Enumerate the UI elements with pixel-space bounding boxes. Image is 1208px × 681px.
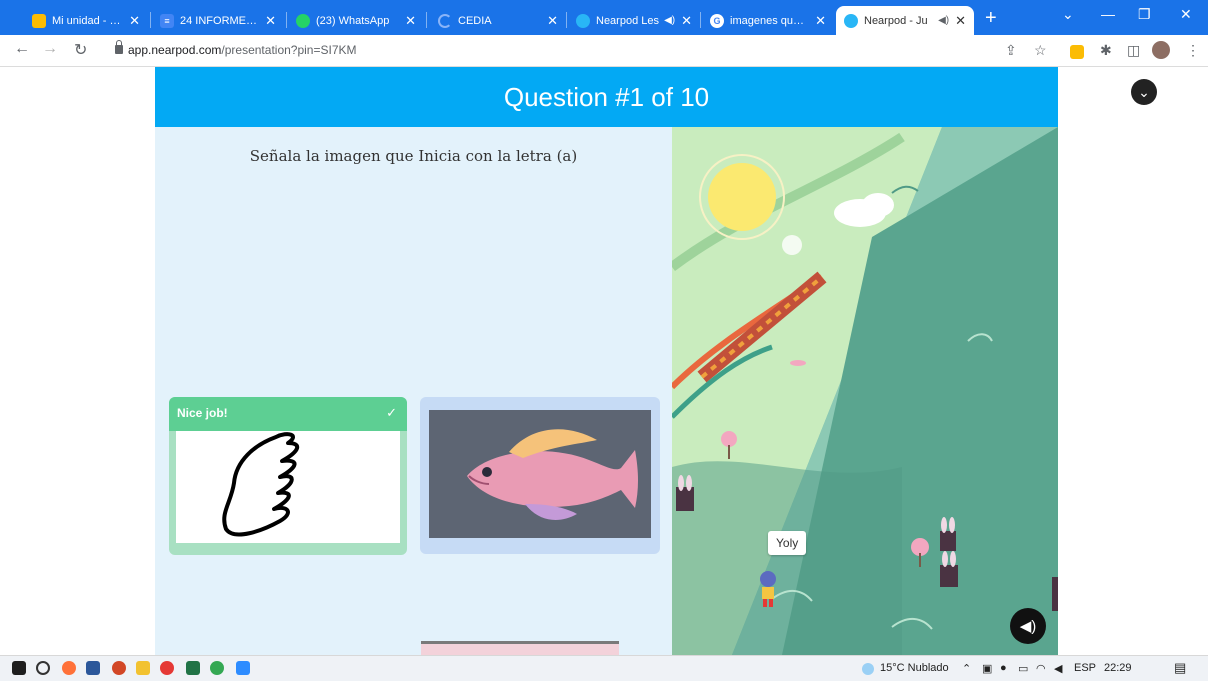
side-panel-icon[interactable]: ◫ bbox=[1127, 42, 1140, 59]
close-tab-icon[interactable]: ✕ bbox=[955, 13, 966, 29]
question-panel: Señala la imagen que Inicia con la letra… bbox=[155, 127, 672, 655]
language-indicator[interactable]: ESP bbox=[1074, 662, 1096, 674]
microphone-icon[interactable]: ● bbox=[1000, 662, 1007, 674]
wifi-icon[interactable]: ◠ bbox=[1036, 662, 1046, 675]
zoom-icon[interactable] bbox=[236, 661, 250, 675]
search-icon[interactable] bbox=[36, 661, 50, 675]
tab-whatsapp[interactable]: (23) WhatsApp ✕ bbox=[288, 6, 424, 35]
feedback-banner: Nice job! bbox=[169, 397, 407, 431]
show-hidden-icons-icon[interactable]: ⌃ bbox=[962, 662, 971, 675]
tab-separator bbox=[566, 12, 567, 28]
reload-icon[interactable]: ↻ bbox=[74, 40, 87, 60]
close-tab-icon[interactable]: ✕ bbox=[405, 13, 416, 29]
notifications-icon[interactable]: ▤ bbox=[1174, 660, 1186, 676]
tab-separator bbox=[286, 12, 287, 28]
share-icon[interactable]: ⇪ bbox=[1005, 42, 1017, 59]
url-path: /presentation?pin=SI7KM bbox=[221, 43, 357, 57]
question-header: Question #1 of 10 bbox=[155, 67, 1058, 127]
wing-image bbox=[176, 431, 400, 543]
docs-icon: ≡ bbox=[160, 13, 174, 28]
tab-imagenes[interactable]: G imagenes que te ✕ bbox=[702, 6, 834, 35]
browser-toolbar: ← → ↻ app.nearpod.com/presentation?pin=S… bbox=[0, 35, 1208, 67]
answer-card-fish[interactable] bbox=[420, 397, 660, 554]
app-icon[interactable] bbox=[112, 661, 126, 675]
tab-drive[interactable]: Mi unidad - Goo ✕ bbox=[24, 6, 148, 35]
question-prompt: Señala la imagen que Inicia con la letra… bbox=[249, 147, 578, 165]
chrome-profile-icon[interactable] bbox=[210, 661, 224, 675]
clock-time[interactable]: 22:29 bbox=[1104, 662, 1132, 674]
collapse-chevron-icon[interactable]: ⌄ bbox=[1131, 79, 1157, 105]
close-tab-icon[interactable]: ✕ bbox=[265, 13, 276, 29]
lock-icon[interactable] bbox=[115, 40, 123, 54]
extension-icon[interactable] bbox=[1070, 45, 1084, 59]
close-window-icon[interactable]: ✕ bbox=[1180, 6, 1192, 23]
new-tab-button[interactable]: + bbox=[985, 8, 997, 28]
menu-icon[interactable]: ⋮ bbox=[1186, 42, 1200, 59]
game-scene: Yoly ◀︎) bbox=[672, 127, 1058, 655]
url-host: app.nearpod.com bbox=[128, 43, 222, 57]
word-icon[interactable] bbox=[86, 661, 100, 675]
profile-avatar[interactable] bbox=[1152, 41, 1170, 59]
checkmark-icon: ✓ bbox=[386, 405, 397, 420]
nearpod-icon bbox=[844, 13, 858, 28]
drive-icon bbox=[32, 13, 46, 28]
close-tab-icon[interactable]: ✕ bbox=[547, 13, 558, 29]
meet-now-icon[interactable]: ▣ bbox=[982, 662, 992, 675]
tab-separator bbox=[700, 12, 701, 28]
game-illustration bbox=[672, 127, 1058, 655]
close-tab-icon[interactable]: ✕ bbox=[129, 13, 140, 29]
bookmark-star-icon[interactable]: ☆ bbox=[1034, 42, 1047, 59]
restore-icon[interactable]: ❐ bbox=[1138, 6, 1151, 23]
close-tab-icon[interactable]: ✕ bbox=[681, 13, 692, 29]
browser-tab-strip: Mi unidad - Goo ✕ ≡ 24 INFORME: YA ✕ (23… bbox=[0, 0, 1208, 35]
back-icon[interactable]: ← bbox=[14, 40, 30, 58]
nearpod-icon bbox=[576, 13, 590, 28]
tab-nearpod-les[interactable]: Nearpod Les ◀︎) ✕ bbox=[568, 6, 700, 35]
whatsapp-icon bbox=[296, 13, 310, 28]
excel-icon[interactable] bbox=[186, 661, 200, 675]
answer-card-correct[interactable]: Nice job! ✓ bbox=[169, 397, 407, 555]
google-icon: G bbox=[710, 13, 724, 28]
sound-toggle-icon[interactable]: ◀︎) bbox=[1010, 608, 1046, 644]
forward-icon[interactable]: → bbox=[42, 40, 58, 58]
tab-search-icon[interactable]: ⌄ bbox=[1062, 6, 1074, 23]
nearpod-page: Question #1 of 10 ⌄ Señala la imagen que… bbox=[0, 67, 1208, 655]
question-counter: Question #1 of 10 bbox=[503, 81, 710, 112]
tab-informe[interactable]: ≡ 24 INFORME: YA ✕ bbox=[152, 6, 284, 35]
tab-cedia[interactable]: CEDIA ✕ bbox=[430, 6, 566, 35]
tab-separator bbox=[150, 12, 151, 28]
fish-image bbox=[429, 410, 651, 538]
tab-separator bbox=[426, 12, 427, 28]
screen-share-thumbnail bbox=[421, 641, 619, 655]
feedback-text: Nice job! bbox=[177, 406, 228, 420]
battery-icon[interactable]: ▭ bbox=[1018, 662, 1028, 675]
chrome-icon[interactable] bbox=[160, 661, 174, 675]
weather-icon[interactable] bbox=[862, 663, 874, 675]
speaker-icon[interactable]: ◀︎) bbox=[664, 15, 675, 26]
loading-icon bbox=[438, 13, 452, 28]
speaker-icon[interactable]: ◀︎) bbox=[938, 15, 949, 26]
windows-taskbar: 15°C Nublado ⌃ ▣ ● ▭ ◠ ◀︎ ESP 22:29 ▤ bbox=[0, 655, 1208, 681]
tab-nearpod-active[interactable]: Nearpod - Ju ◀︎) ✕ bbox=[836, 6, 974, 35]
volume-icon[interactable]: ◀︎ bbox=[1054, 662, 1062, 675]
puzzle-icon[interactable]: ✱ bbox=[1100, 42, 1112, 59]
minimize-icon[interactable]: — bbox=[1101, 6, 1115, 22]
player-name-label: Yoly bbox=[768, 531, 807, 555]
close-tab-icon[interactable]: ✕ bbox=[815, 13, 826, 29]
firefox-icon[interactable] bbox=[62, 661, 76, 675]
address-bar[interactable]: app.nearpod.com/presentation?pin=SI7KM bbox=[128, 43, 357, 57]
weather-text[interactable]: 15°C Nublado bbox=[880, 662, 949, 674]
file-explorer-icon[interactable] bbox=[136, 661, 150, 675]
start-windows-icon[interactable] bbox=[12, 661, 26, 675]
